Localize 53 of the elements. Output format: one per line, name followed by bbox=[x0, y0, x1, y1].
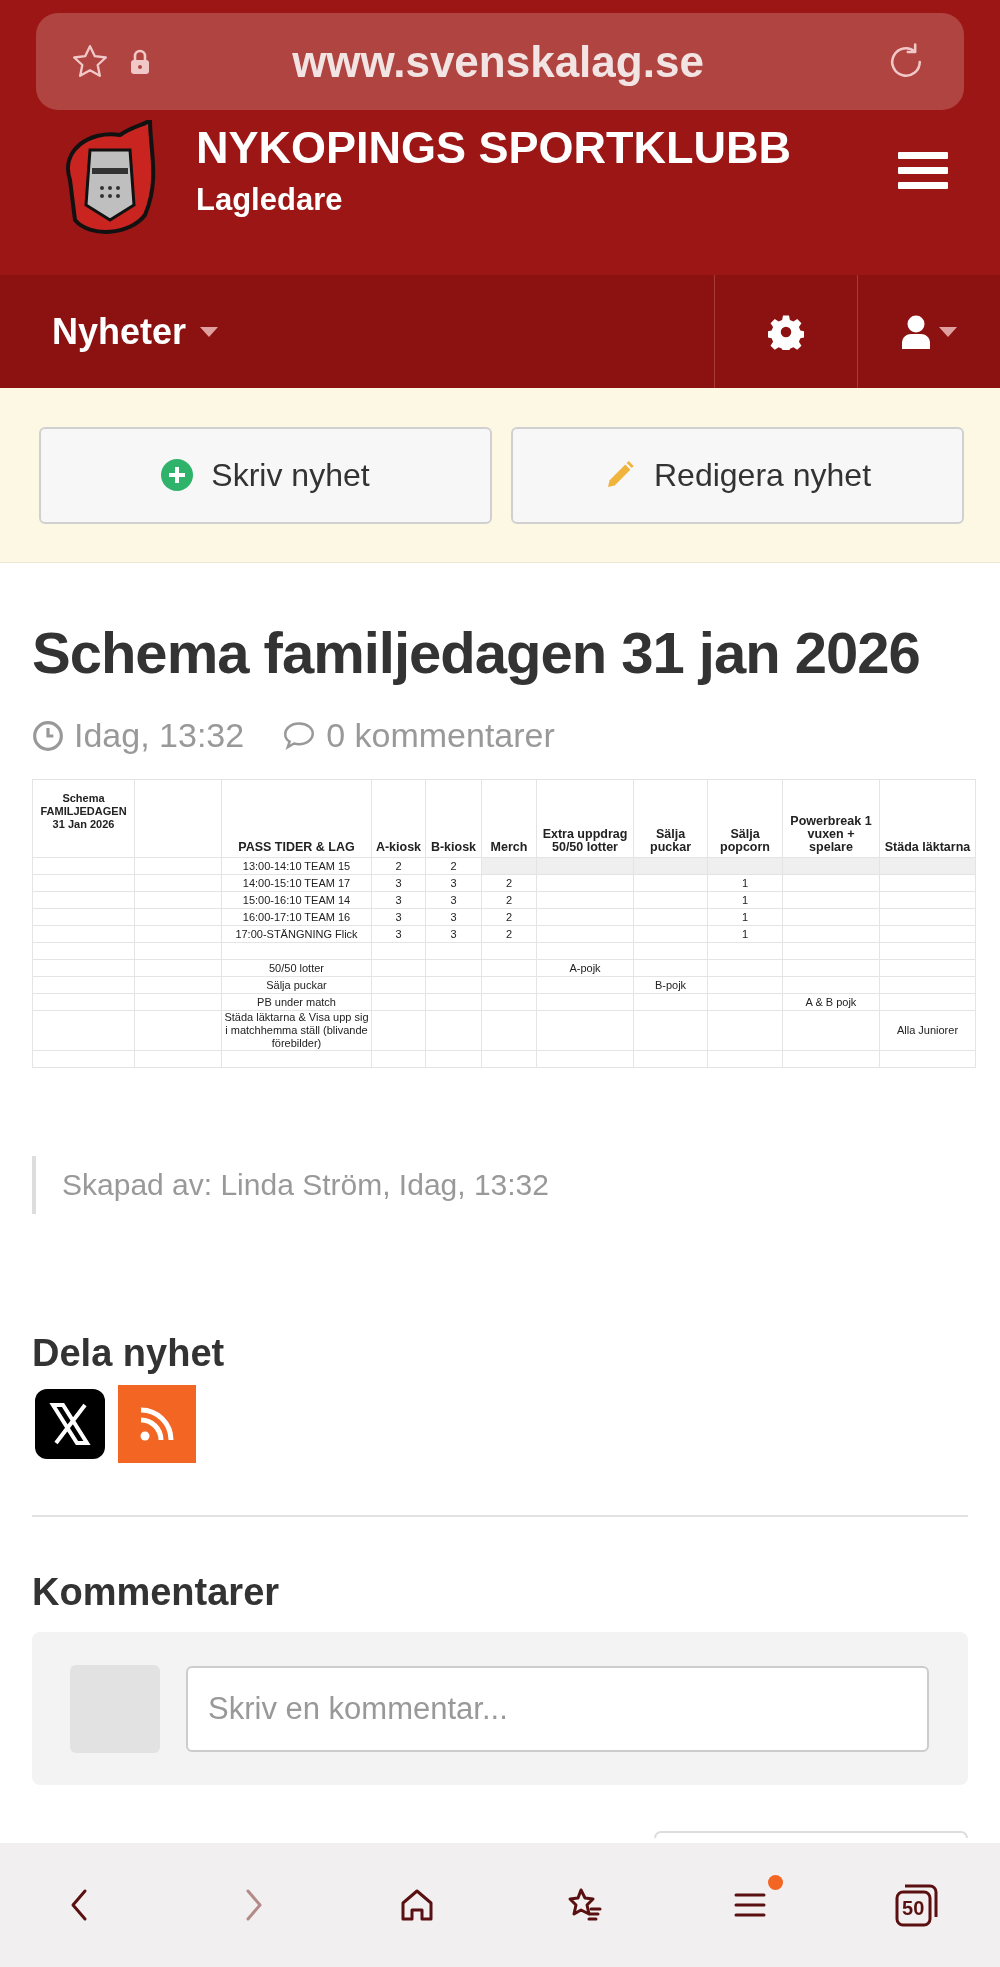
address-bar[interactable]: www.svenskalag.se bbox=[36, 13, 964, 110]
edit-news-button[interactable]: Redigera nyhet bbox=[511, 426, 964, 524]
sheet-cell: A-pojk bbox=[569, 961, 601, 974]
column-header: Sälja puckar bbox=[650, 827, 691, 854]
sheet-title: Schema FAMILJEDAGEN 31 Jan 2026 bbox=[40, 792, 127, 830]
sheet-cell: 2 bbox=[505, 927, 513, 940]
sheet-cell: 2 bbox=[505, 876, 513, 889]
sheet-cell: 3 bbox=[450, 876, 457, 889]
sheet-cell: PB under match bbox=[257, 995, 336, 1008]
sheet-cell: 3 bbox=[395, 910, 402, 923]
sheet-cell: Alla Juniorer bbox=[896, 1024, 959, 1036]
sheet-cell: 3 bbox=[450, 910, 457, 923]
sheet-cell: 1 bbox=[741, 876, 749, 889]
sheet-cell: 3 bbox=[395, 927, 402, 940]
sheet-cell: 1 bbox=[741, 893, 749, 906]
sheet-cell: 2 bbox=[505, 893, 513, 906]
sheet-cell: 15:00-16:10 TEAM 14 bbox=[242, 893, 351, 906]
sheet-cell: 1 bbox=[741, 910, 749, 923]
write-news-button[interactable]: Skriv nyhet bbox=[39, 426, 492, 524]
sheet-cell: 2 bbox=[450, 859, 457, 872]
sheet-cell: A & B pojk bbox=[805, 995, 857, 1008]
comments-heading: Kommentarer bbox=[32, 1571, 281, 1614]
column-header: Extra uppdrag 50/50 lotter bbox=[542, 827, 628, 854]
sheet-cell: 16:00-17:10 TEAM 16 bbox=[242, 910, 351, 923]
column-header: Merch bbox=[490, 840, 528, 854]
sheet-cell: 3 bbox=[450, 893, 457, 906]
sheet-cell: 1 bbox=[741, 927, 749, 940]
sheet-cell: 13:00-14:10 TEAM 15 bbox=[242, 859, 351, 872]
sheet-cell: 2 bbox=[395, 859, 402, 872]
sheet-cell: 50/50 lotter bbox=[268, 961, 324, 974]
column-header: Powerbreak 1 vuxen + spelare bbox=[790, 814, 872, 854]
sheet-cell: B-pojk bbox=[654, 978, 687, 991]
article-title: Schema familjedagen 31 jan 2026 bbox=[32, 619, 921, 686]
sheet-cell: Sälja puckar bbox=[266, 978, 327, 991]
share-heading: Dela nyhet bbox=[32, 1332, 226, 1375]
column-header: Sälja popcorn bbox=[720, 827, 770, 854]
url-text[interactable]: www.svenskalag.se bbox=[170, 36, 866, 87]
sheet-cell: 14:00-15:10 TEAM 17 bbox=[242, 876, 351, 889]
column-header: B-kiosk bbox=[430, 840, 477, 854]
column-header: Städa läktarna bbox=[884, 840, 971, 854]
sheet-cell: 3 bbox=[395, 876, 402, 889]
sheet-cell: 2 bbox=[505, 910, 513, 923]
sheet-cell: 17:00-STÄNGNING Flick bbox=[235, 927, 358, 940]
post-time: Idag, 13:32 bbox=[74, 716, 245, 755]
club-name: NYKOPINGS SPORTKLUBB bbox=[196, 122, 793, 174]
column-header: A-kiosk bbox=[375, 840, 422, 854]
created-by-text: Skapad av: Linda Ström, Idag, 13:32 bbox=[62, 1168, 549, 1201]
role-label: Lagledare bbox=[196, 182, 344, 218]
column-header: PASS TIDER & LAG bbox=[238, 840, 355, 854]
sheet-cell: 3 bbox=[395, 893, 402, 906]
comment-field[interactable]: Skriv en kommentar... bbox=[186, 1665, 929, 1752]
sheet-cell: Städa läktarna & Visa upp sig i matchhemma ställ (blivande förebilder) bbox=[224, 1011, 369, 1049]
sheet-cell: 3 bbox=[450, 927, 457, 940]
